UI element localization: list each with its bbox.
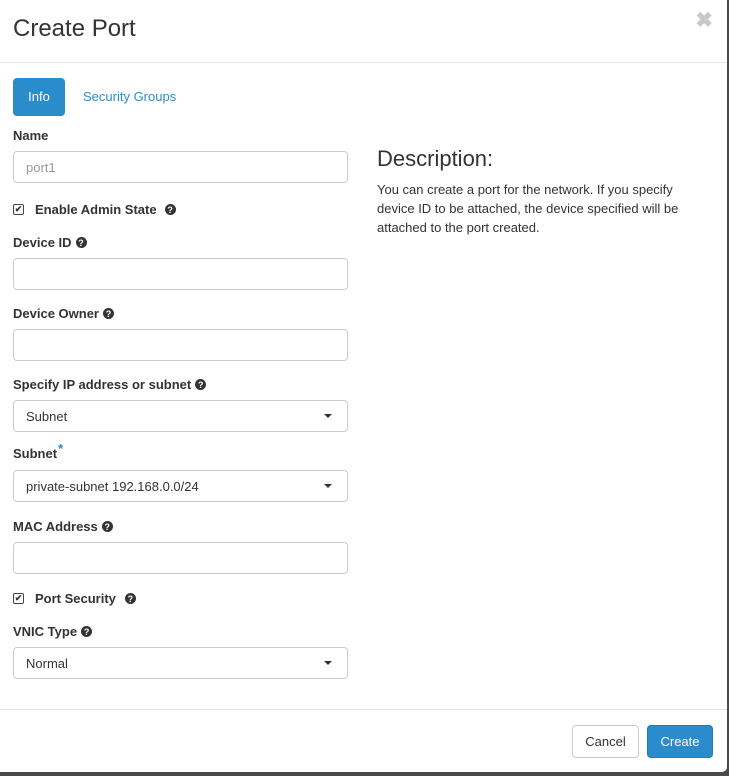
tab-bar: Info Security Groups: [13, 78, 189, 116]
help-icon[interactable]: ?: [103, 308, 114, 319]
name-input[interactable]: [13, 151, 348, 183]
description-title: Description:: [377, 146, 494, 171]
help-icon[interactable]: ?: [124, 593, 136, 604]
tab-security-groups[interactable]: Security Groups: [70, 78, 189, 116]
subnet-select[interactable]: private-subnet 192.168.0.0/24: [13, 470, 348, 502]
modal-title: Create Port: [13, 15, 136, 42]
device-id-input[interactable]: [13, 258, 348, 290]
subnet-label: Subnet *: [13, 441, 64, 461]
modal-header: Create Port ✖: [0, 0, 727, 63]
cancel-button[interactable]: Cancel: [572, 725, 639, 758]
description-panel: Description: You can create a port for t…: [377, 146, 697, 237]
name-label: Name: [13, 128, 49, 143]
help-icon[interactable]: ?: [164, 204, 176, 215]
vnic-type-label: VNIC Type ?: [13, 624, 348, 639]
device-owner-label: Device Owner ?: [13, 306, 348, 321]
ip-or-subnet-select[interactable]: Subnet: [13, 400, 348, 432]
modal-footer: Cancel Create: [0, 709, 727, 773]
help-icon[interactable]: ?: [101, 521, 113, 532]
port-security-row: ✔ Port Security ?: [13, 591, 136, 606]
help-icon[interactable]: ?: [75, 237, 87, 248]
mac-address-label: MAC Address ?: [13, 519, 348, 534]
device-id-label: Device ID ?: [13, 235, 348, 250]
help-icon[interactable]: ?: [81, 626, 93, 637]
create-button[interactable]: Create: [647, 725, 713, 758]
port-security-label: Port Security: [35, 591, 116, 606]
required-marker: *: [58, 441, 64, 456]
close-icon[interactable]: ✖: [695, 10, 713, 31]
port-security-checkbox[interactable]: ✔: [13, 593, 24, 604]
vnic-type-select[interactable]: Normal: [13, 647, 348, 679]
admin-state-label: Enable Admin State: [35, 202, 157, 217]
mac-address-input[interactable]: [13, 542, 348, 574]
caret-down-icon: [324, 414, 332, 418]
caret-down-icon: [324, 661, 332, 665]
device-owner-input[interactable]: [13, 329, 348, 361]
ip-or-subnet-label: Specify IP address or subnet ?: [13, 377, 348, 392]
help-icon[interactable]: ?: [195, 379, 207, 390]
admin-state-checkbox[interactable]: ✔: [13, 204, 24, 215]
description-text: You can create a port for the network. I…: [377, 182, 679, 235]
create-port-modal: Create Port ✖ Info Security Groups Name …: [0, 0, 727, 772]
tab-info[interactable]: Info: [13, 78, 65, 116]
caret-down-icon: [324, 484, 332, 488]
admin-state-row: ✔ Enable Admin State ?: [13, 202, 176, 217]
